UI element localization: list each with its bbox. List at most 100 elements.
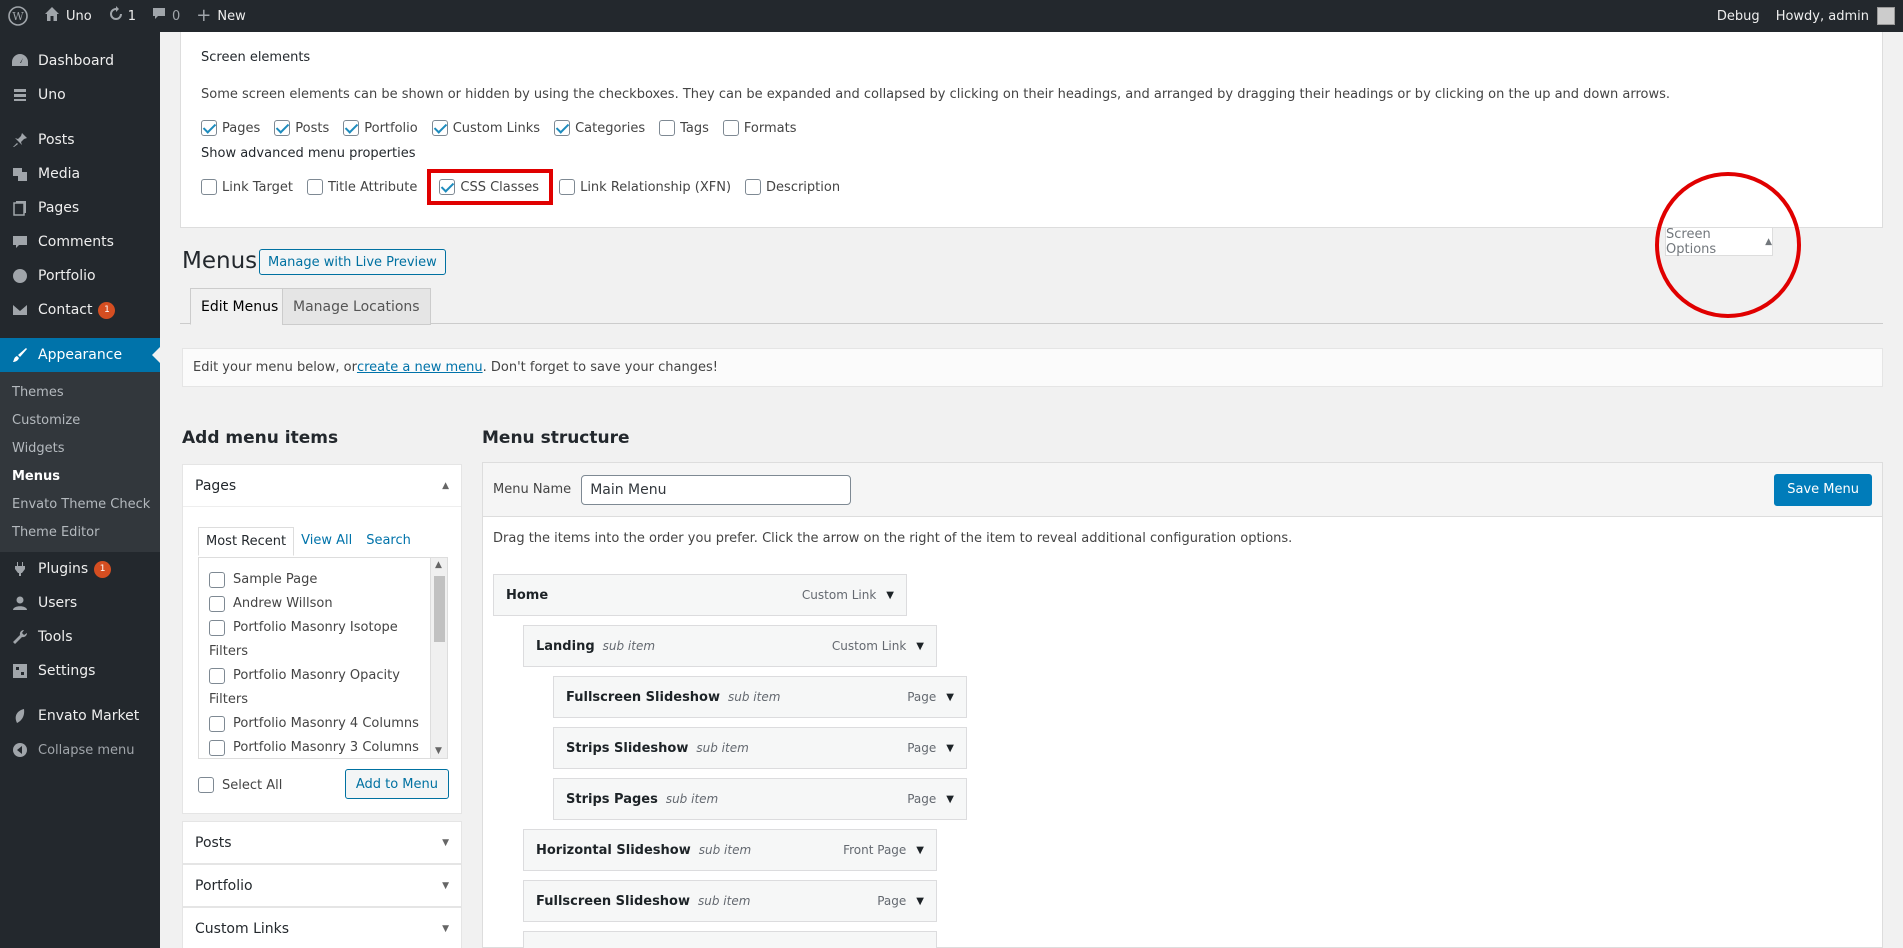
sidebar-item-posts[interactable]: Posts (0, 123, 160, 157)
menu-item-horizontal-slideshow[interactable]: Horizontal Slideshow sub item Front Page… (523, 829, 937, 871)
manage-live-preview-button[interactable]: Manage with Live Preview (259, 249, 446, 275)
updates-link[interactable]: 1 (100, 0, 144, 32)
checkbox[interactable] (201, 179, 217, 195)
checkbox[interactable] (659, 120, 676, 136)
toggle-link-target[interactable]: Link Target (201, 179, 293, 195)
submenu-item-menus[interactable]: Menus (0, 462, 160, 490)
tab-most-recent[interactable]: Most Recent (198, 527, 295, 556)
tab-manage-locations[interactable]: Manage Locations (282, 288, 431, 325)
sidebar-item-pages[interactable]: Pages (0, 191, 160, 225)
caret-down-icon[interactable]: ▼ (946, 692, 954, 703)
sidebar-item-media[interactable]: Media (0, 157, 160, 191)
list-item[interactable]: Andrew Willson (209, 592, 437, 616)
toggle-css-classes[interactable]: CSS Classes (427, 169, 554, 205)
sidebar-item-uno[interactable]: Uno (0, 78, 160, 112)
list-item[interactable]: Portfolio Masonry 4 Columns (209, 712, 437, 736)
checkbox[interactable] (439, 179, 456, 195)
checkbox[interactable] (431, 120, 448, 136)
checkbox[interactable] (722, 120, 739, 136)
checkbox[interactable] (209, 716, 225, 732)
scrollbar-thumb[interactable] (434, 576, 445, 642)
account-link[interactable]: Howdy, admin (1768, 0, 1903, 32)
site-name-link[interactable]: Uno (36, 0, 100, 32)
menu-item-strips-slideshow[interactable]: Strips Slideshow sub item Page ▼ (553, 727, 967, 769)
checkbox[interactable] (306, 179, 323, 195)
list-item[interactable]: Portfolio Masonry 3 Columns (209, 736, 437, 758)
list-item[interactable]: Portfolio Masonry Isotope (209, 616, 437, 640)
menu-item-landing[interactable]: Landing sub item Custom Link ▼ (523, 625, 937, 667)
caret-down-icon[interactable]: ▼ (916, 641, 924, 652)
toggle-title-attribute[interactable]: Title Attribute (306, 179, 417, 195)
toggle-description[interactable]: Description (745, 179, 840, 195)
caret-down-icon[interactable]: ▼ (916, 845, 924, 856)
menu-item-fullscreen-slideshow[interactable]: Fullscreen Slideshow sub item Page ▼ (553, 676, 967, 718)
pages-accordion-header[interactable]: Pages ▲ (183, 465, 461, 507)
submenu-item-theme-editor[interactable]: Theme Editor (0, 518, 160, 546)
select-all-checkbox[interactable]: Select All (198, 777, 282, 793)
sidebar-item-tools[interactable]: Tools (0, 620, 160, 654)
caret-down-icon[interactable]: ▼ (946, 794, 954, 805)
toggle-posts[interactable]: Posts (274, 120, 329, 136)
checkbox[interactable] (274, 120, 291, 136)
create-new-menu-link[interactable]: create a new menu (357, 360, 483, 375)
list-item[interactable]: Sample Page (209, 568, 437, 592)
sidebar-item-dashboard[interactable]: Dashboard (0, 44, 160, 78)
toggle-portfolio[interactable]: Portfolio (343, 120, 418, 136)
collapse-menu-button[interactable]: Collapse menu (0, 733, 160, 767)
caret-down-icon[interactable]: ▼ (916, 896, 924, 907)
checkbox[interactable] (209, 596, 225, 612)
tab-search[interactable]: Search (359, 527, 418, 556)
checkbox[interactable] (209, 620, 225, 636)
checkbox[interactable] (554, 120, 571, 136)
caret-down-icon[interactable]: ▼ (946, 743, 954, 754)
add-to-menu-button[interactable]: Add to Menu (344, 769, 449, 799)
sidebar-item-plugins[interactable]: Plugins 1 (0, 552, 160, 586)
toggle-pages[interactable]: Pages (201, 120, 260, 136)
checkbox[interactable] (201, 120, 217, 136)
scroll-up-icon[interactable]: ▲ (435, 560, 442, 570)
sidebar-item-appearance[interactable]: Appearance (0, 338, 160, 372)
menu-item-strips-pages[interactable]: Strips Pages sub item Page ▼ (553, 778, 967, 820)
checkbox[interactable] (209, 668, 225, 684)
pages-scrollbar[interactable]: ▲ ▼ (430, 558, 447, 758)
sidebar-item-settings[interactable]: Settings (0, 654, 160, 688)
sidebar-item-users[interactable]: Users (0, 586, 160, 620)
posts-accordion-header[interactable]: Posts ▼ (182, 821, 462, 864)
checkbox[interactable] (745, 179, 762, 195)
toggle-formats[interactable]: Formats (722, 120, 797, 136)
tab-view-all[interactable]: View All (294, 527, 359, 556)
submenu-item-widgets[interactable]: Widgets (0, 434, 160, 462)
submenu-item-envato-theme-check[interactable]: Envato Theme Check (0, 490, 160, 518)
list-item[interactable]: Portfolio Masonry Opacity (209, 664, 437, 688)
scroll-down-icon[interactable]: ▼ (435, 746, 442, 756)
sidebar-item-comments[interactable]: Comments (0, 225, 160, 259)
new-content-link[interactable]: + New (188, 0, 253, 32)
custom-links-accordion-header[interactable]: Custom Links ▼ (182, 907, 462, 948)
sidebar-item-portfolio[interactable]: Portfolio (0, 259, 160, 293)
menu-item-partial[interactable] (523, 931, 937, 948)
menu-item-home[interactable]: Home Custom Link ▼ (493, 574, 907, 616)
submenu-item-customize[interactable]: Customize (0, 406, 160, 434)
tab-edit-menus[interactable]: Edit Menus (190, 288, 290, 325)
menu-item-fullscreen-slideshow-2[interactable]: Fullscreen Slideshow sub item Page ▼ (523, 880, 937, 922)
checkbox[interactable] (559, 179, 576, 195)
checkbox[interactable] (209, 740, 225, 756)
checkbox[interactable] (198, 777, 214, 793)
checkbox[interactable] (209, 572, 225, 588)
checkbox[interactable] (343, 120, 360, 136)
portfolio-accordion-header[interactable]: Portfolio ▼ (182, 864, 462, 907)
caret-down-icon[interactable]: ▼ (886, 590, 894, 601)
menu-name-input[interactable] (581, 474, 852, 505)
toggle-link-relationship[interactable]: Link Relationship (XFN) (559, 179, 731, 195)
save-menu-button[interactable]: Save Menu (1774, 473, 1872, 506)
screen-options-toggle[interactable]: Screen Options ▲ (1665, 227, 1773, 257)
sidebar-item-contact[interactable]: Contact 1 (0, 293, 160, 327)
toggle-categories[interactable]: Categories (554, 120, 645, 136)
submenu-item-themes[interactable]: Themes (0, 378, 160, 406)
debug-link[interactable]: Debug (1709, 0, 1768, 32)
toggle-custom-links[interactable]: Custom Links (431, 120, 540, 136)
comments-link[interactable]: 0 (144, 0, 188, 32)
wordpress-logo-icon[interactable]: W (0, 0, 36, 32)
toggle-tags[interactable]: Tags (659, 120, 709, 136)
sidebar-item-envato-market[interactable]: Envato Market (0, 699, 160, 733)
